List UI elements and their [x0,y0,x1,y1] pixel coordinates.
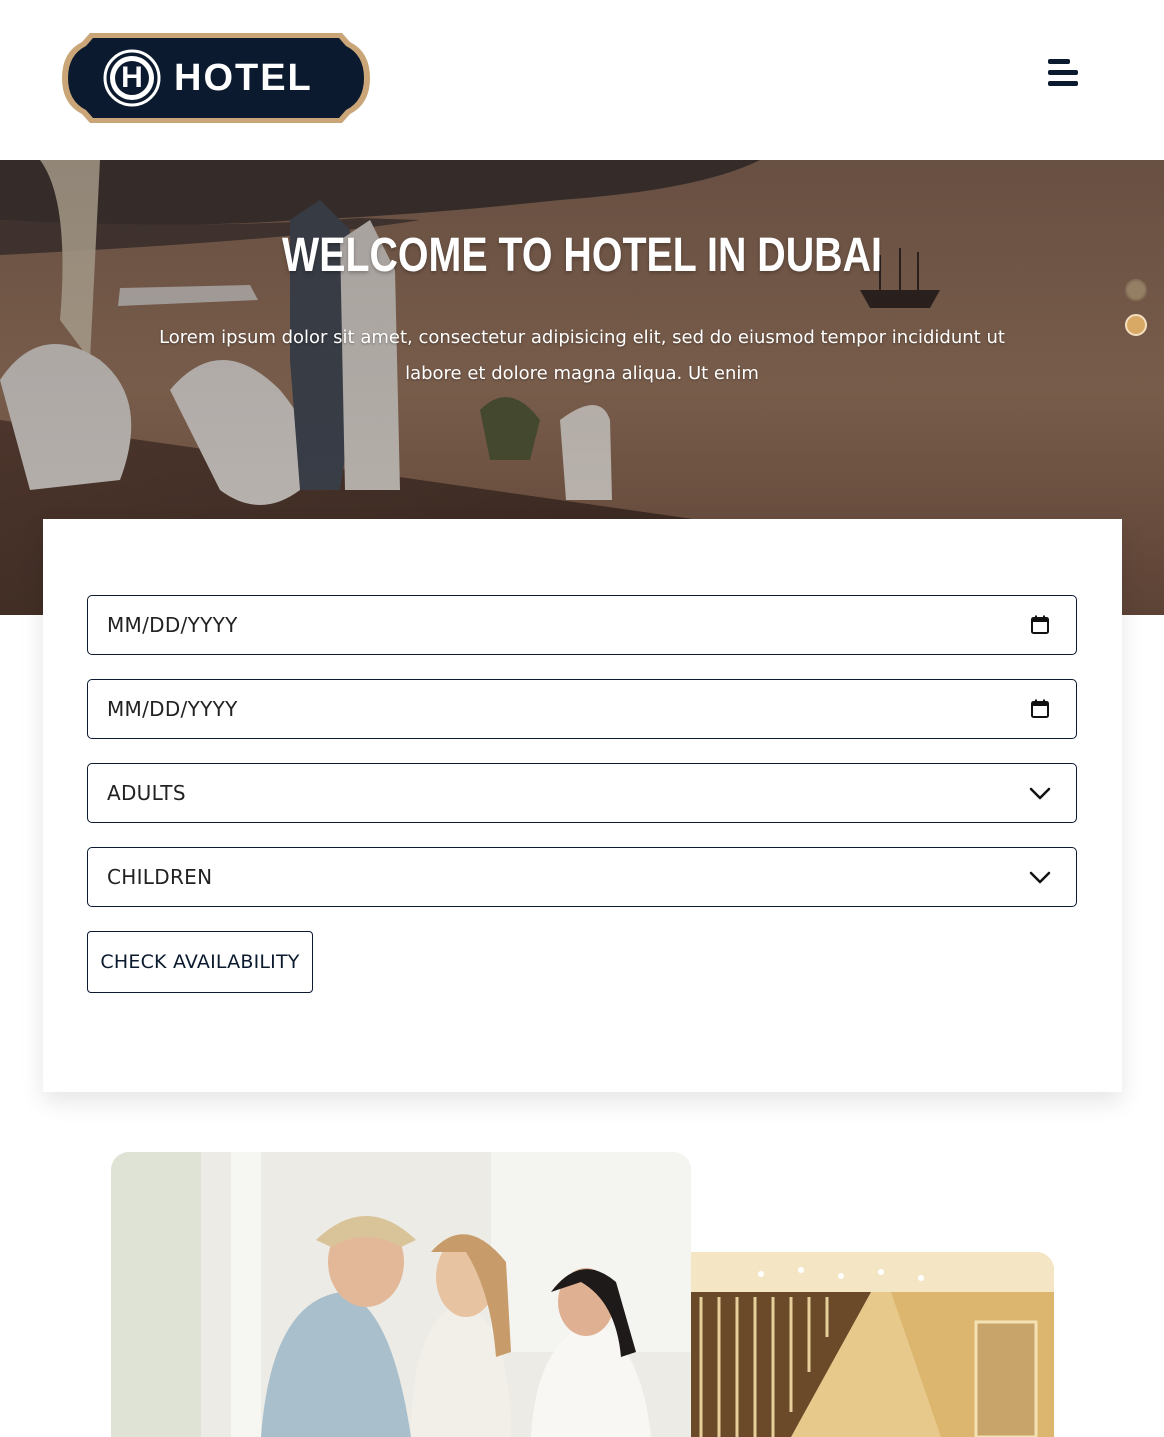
slider-dot-1[interactable] [1125,279,1147,301]
chevron-down-icon [1029,871,1051,884]
logo-text: HOTEL [174,57,313,99]
menu-bar [1048,81,1078,86]
adults-select-label: ADULTS [107,781,186,805]
chevron-down-icon [1029,787,1051,800]
children-select[interactable]: CHILDREN [87,847,1077,907]
menu-bar [1048,70,1078,75]
guests-at-reception-image [111,1152,691,1437]
menu-bar [1048,59,1070,64]
children-select-label: CHILDREN [107,865,213,889]
logo-icon-letter: H [121,61,143,94]
check-out-date-input[interactable]: MM/DD/YYYY [87,679,1077,739]
hamburger-menu-icon[interactable] [1044,56,1084,92]
slider-dot-2-active[interactable] [1125,314,1147,336]
hotel-logo[interactable]: H HOTEL [60,30,372,126]
hotel-lobby-chandelier-image [691,1252,1054,1437]
booking-form: MM/DD/YYYY MM/DD/YYYY ADULTS CHILDREN CH… [43,519,1122,1092]
site-header: H HOTEL [0,0,1164,160]
check-out-placeholder: MM/DD/YYYY [107,697,238,721]
guests-at-reception-photo [111,1152,691,1437]
hero-title: WELCOME TO HOTEL IN DUBAI [282,229,882,282]
adults-select[interactable]: ADULTS [87,763,1077,823]
hotel-lobby-photo [691,1252,1054,1437]
calendar-icon[interactable] [1028,697,1052,721]
check-in-placeholder: MM/DD/YYYY [107,613,238,637]
check-in-date-input[interactable]: MM/DD/YYYY [87,595,1077,655]
calendar-icon[interactable] [1028,613,1052,637]
hero-subtitle: Lorem ipsum dolor sit amet, consectetur … [159,327,1005,384]
check-availability-button[interactable]: CHECK AVAILABILITY [87,931,313,993]
